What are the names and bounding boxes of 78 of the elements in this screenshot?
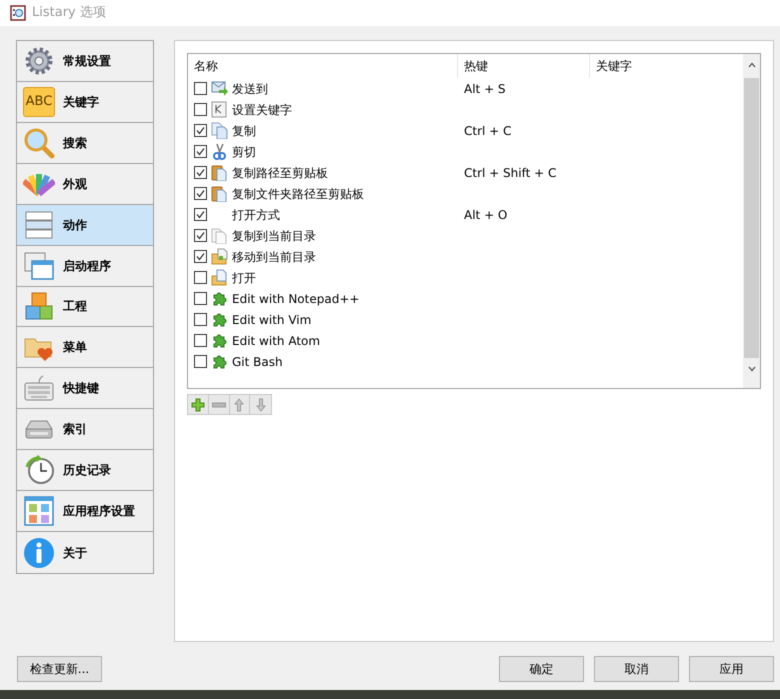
- minus-icon: [212, 402, 226, 408]
- checkbox[interactable]: [194, 187, 207, 200]
- action-name[interactable]: 复制: [232, 122, 256, 140]
- checkbox[interactable]: [194, 250, 207, 263]
- clipboard-icon: [211, 164, 228, 181]
- clock-icon: [23, 454, 55, 486]
- puzzle-icon: [211, 332, 228, 349]
- action-name[interactable]: 打开: [232, 268, 256, 286]
- scissors-icon: [211, 143, 228, 160]
- scroll-down-icon[interactable]: [748, 366, 756, 372]
- check-icon: [196, 147, 205, 156]
- check-icon: [196, 231, 205, 240]
- app-icon: [10, 5, 26, 21]
- plus-icon: [190, 398, 205, 412]
- info-icon: [23, 536, 55, 569]
- checkbox[interactable]: [194, 208, 207, 221]
- check-icon: [196, 126, 205, 135]
- scrollbar[interactable]: [743, 54, 760, 388]
- folder-document-icon: [211, 248, 228, 265]
- check-icon: [196, 189, 205, 198]
- column-header[interactable]: 关键字: [590, 54, 743, 78]
- ok-button[interactable]: 确定: [499, 656, 584, 682]
- puzzle-icon: [211, 311, 228, 328]
- checkbox[interactable]: [194, 334, 207, 347]
- checkbox[interactable]: [194, 124, 207, 137]
- action-name[interactable]: 复制到当前目录: [232, 226, 316, 244]
- copy-icon: [211, 122, 228, 139]
- puzzle-icon: [211, 353, 228, 370]
- check-icon: [196, 168, 205, 177]
- cancel-button[interactable]: 取消: [594, 656, 679, 682]
- checkbox[interactable]: [194, 355, 207, 368]
- magnifier-icon: [23, 126, 55, 159]
- clipboard-icon: [211, 185, 228, 202]
- action-name[interactable]: 打开方式: [232, 206, 280, 224]
- checkbox[interactable]: [194, 313, 207, 326]
- action-name[interactable]: 剪切: [232, 142, 256, 160]
- abc-icon: ABC: [23, 86, 55, 117]
- checkbox[interactable]: [194, 271, 207, 284]
- hotkey-text: Ctrl + Shift + C: [464, 166, 556, 180]
- action-name[interactable]: 设置关键字: [232, 100, 292, 118]
- hotkey-text: Ctrl + C: [464, 124, 512, 138]
- blocks-icon: [23, 290, 55, 322]
- action-name[interactable]: 发送到: [232, 80, 268, 98]
- column-header[interactable]: 热键: [458, 54, 590, 78]
- action-name[interactable]: 复制路径至剪贴板: [232, 164, 328, 182]
- document-icon: [211, 227, 228, 244]
- hotkey-text: Alt + S: [464, 82, 506, 96]
- folder-document-icon: [211, 269, 228, 286]
- hotkey-text: Alt + O: [464, 208, 508, 222]
- check-icon: [196, 210, 205, 219]
- checkbox[interactable]: [194, 229, 207, 242]
- action-name[interactable]: Edit with Notepad++: [232, 290, 360, 308]
- checkbox[interactable]: [194, 292, 207, 305]
- sidebar-item[interactable]: 动作: [17, 204, 153, 246]
- down-arrow-icon: [256, 398, 266, 412]
- checkbox[interactable]: [194, 166, 207, 179]
- action-name[interactable]: Edit with Vim: [232, 310, 312, 328]
- check-icon: [196, 252, 205, 261]
- check-updates-button[interactable]: 检查更新...: [17, 656, 102, 682]
- action-name[interactable]: 复制文件夹路径至剪贴板: [232, 184, 364, 202]
- action-name[interactable]: 移动到当前目录: [232, 248, 316, 266]
- column-header[interactable]: 名称: [188, 54, 458, 78]
- stacked-windows-icon: [23, 208, 55, 241]
- checkbox[interactable]: [194, 82, 207, 95]
- action-name[interactable]: Edit with Atom: [232, 332, 320, 350]
- scroll-up-icon[interactable]: [748, 62, 756, 68]
- checkbox[interactable]: [194, 103, 207, 116]
- checkbox[interactable]: [194, 145, 207, 158]
- action-name[interactable]: Git Bash: [232, 352, 283, 370]
- envelope-arrow-icon: [211, 80, 228, 97]
- apply-button[interactable]: 应用: [689, 656, 774, 682]
- up-arrow-icon: [234, 398, 244, 412]
- app-grid-icon: [23, 495, 55, 528]
- gear-icon: [23, 44, 55, 77]
- window-title: Listary 选项: [32, 4, 106, 22]
- key-icon: [211, 101, 228, 118]
- puzzle-icon: [211, 290, 228, 307]
- windows-icon: [23, 250, 55, 282]
